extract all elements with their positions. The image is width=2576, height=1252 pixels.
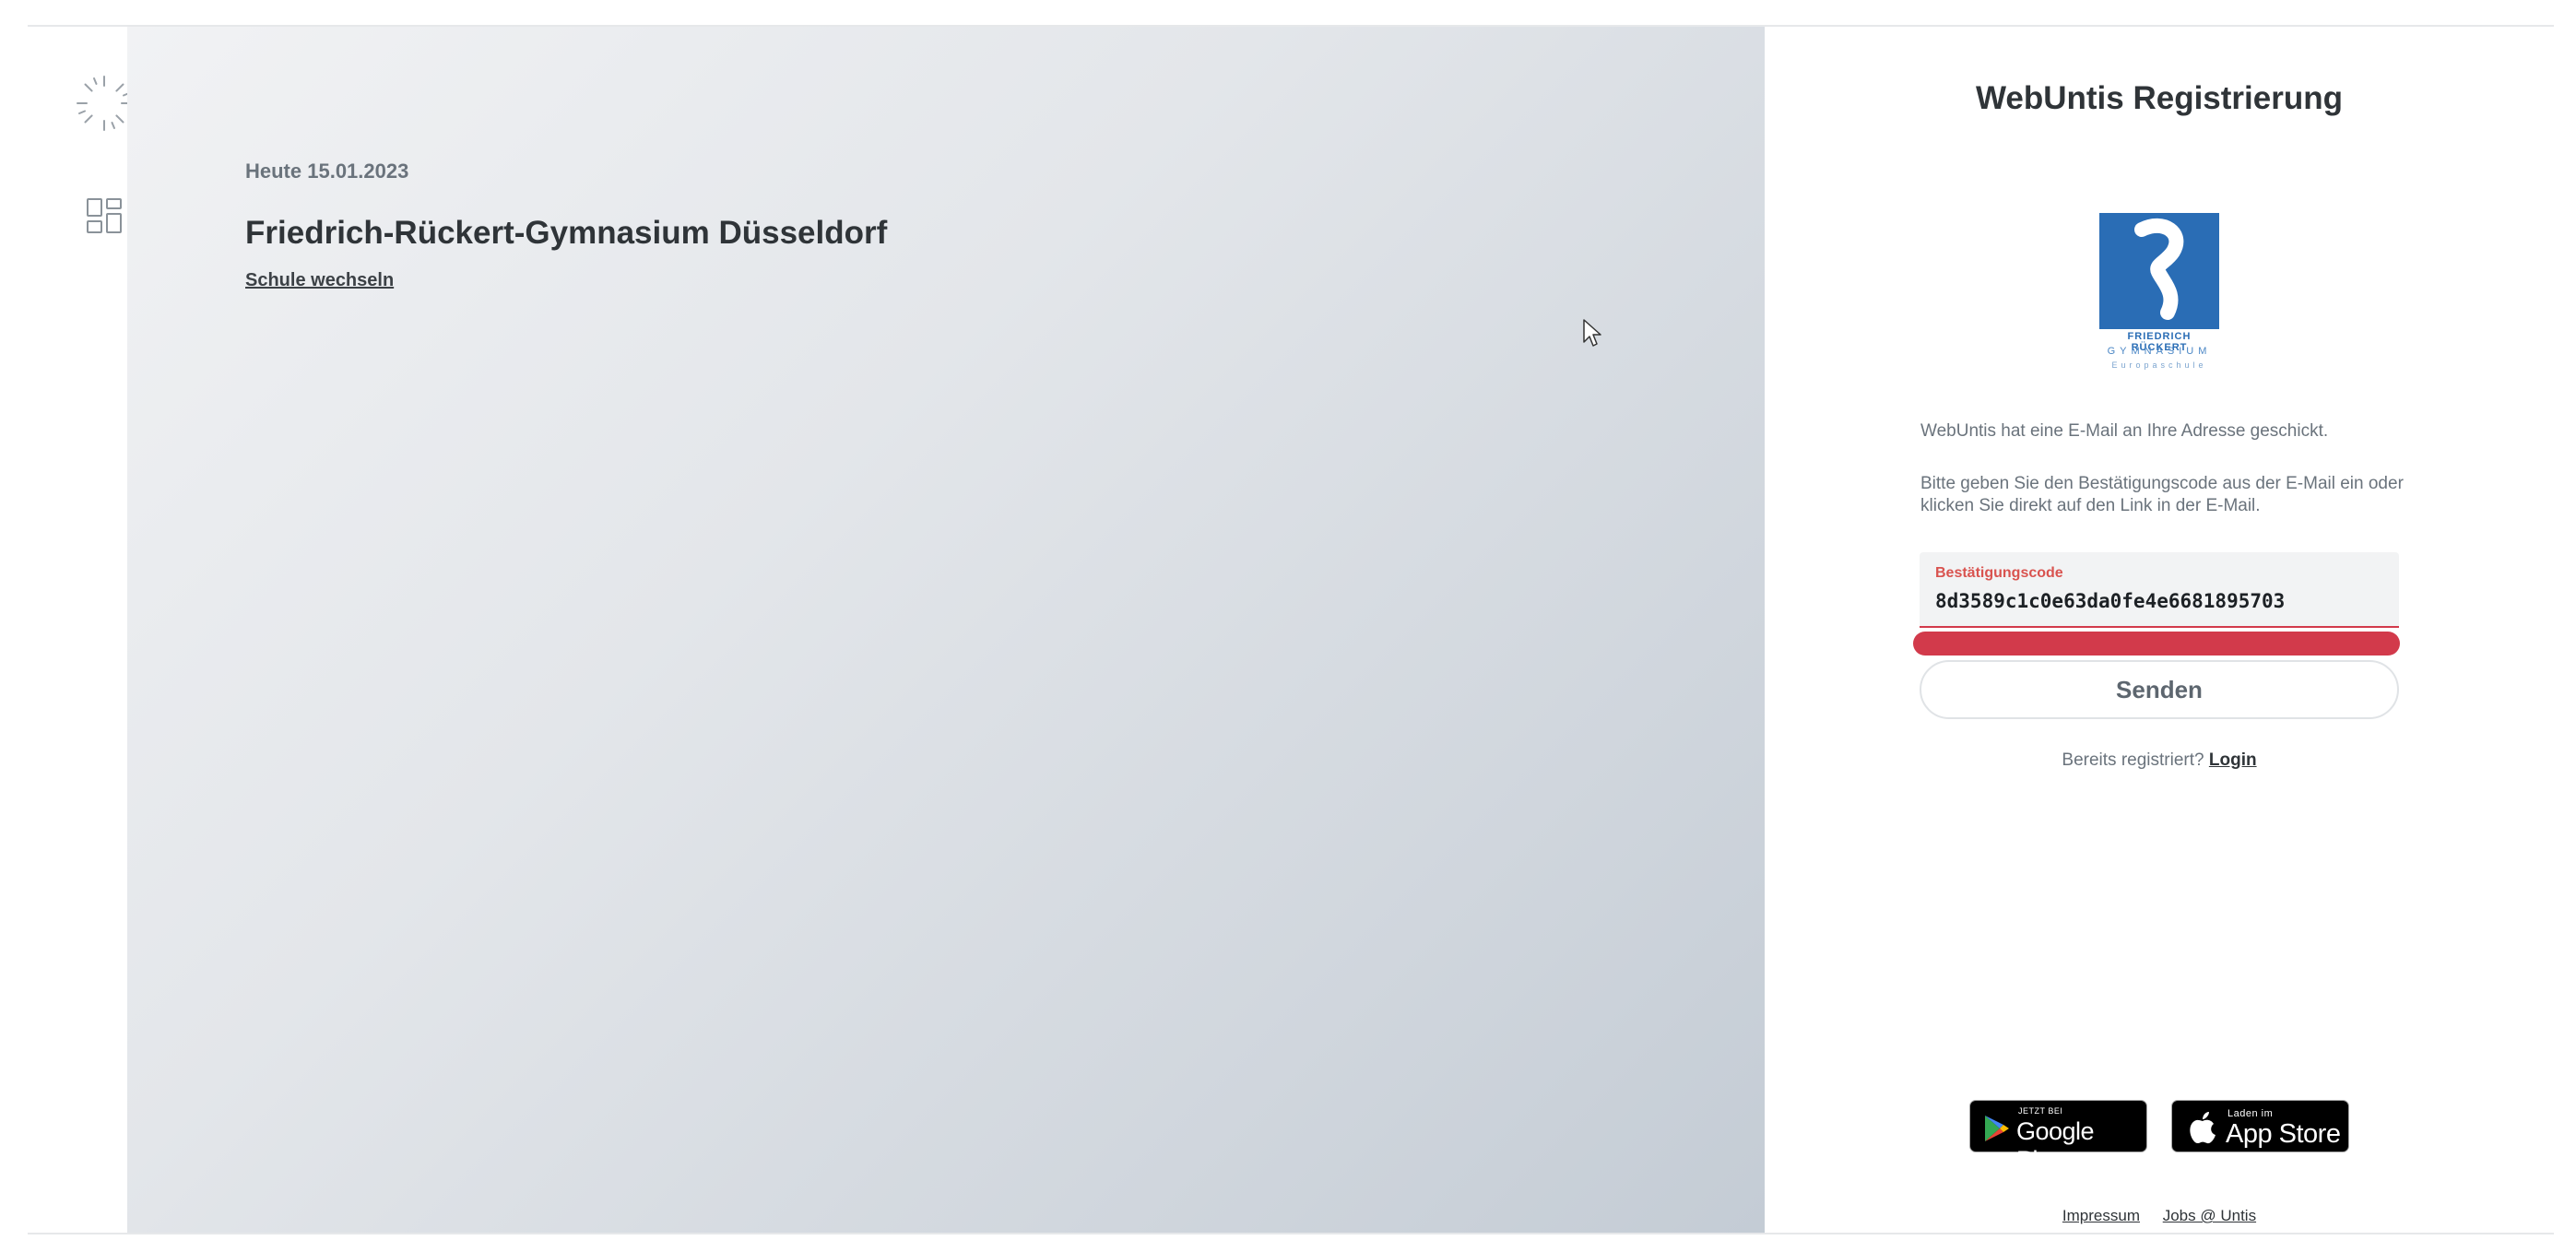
google-play-icon xyxy=(1985,1116,2009,1141)
already-registered-row: Bereits registriert? Login xyxy=(1765,750,2554,771)
confirmation-code-label: Bestätigungscode xyxy=(1935,565,2063,581)
google-play-big-text: Google Play xyxy=(2016,1117,2095,1174)
registration-panel: WebUntis Registrierung FRIEDRICH RÜCKERT… xyxy=(1765,27,2554,1233)
confirmation-code-input[interactable] xyxy=(1935,587,2387,615)
impressum-link[interactable]: Impressum xyxy=(2062,1207,2140,1224)
logo-mark xyxy=(2099,213,2219,329)
app-store-big-text: App Store xyxy=(2226,1119,2341,1149)
apple-icon xyxy=(2190,1112,2216,1144)
logo-line-2: GYMNASIUM xyxy=(2107,346,2212,357)
email-sent-message: WebUntis hat eine E-Mail an Ihre Adresse… xyxy=(1920,421,2329,441)
school-hero: Heute 15.01.2023 Friedrich-Rückert-Gymna… xyxy=(127,27,1765,1233)
error-bar xyxy=(1913,632,2400,656)
loading-spinner-icon xyxy=(77,76,132,131)
jobs-link[interactable]: Jobs @ Untis xyxy=(2163,1207,2256,1224)
logo-glyph-icon xyxy=(2134,218,2184,320)
login-link[interactable]: Login xyxy=(2209,750,2257,770)
app-store-small-text: Laden im xyxy=(2227,1108,2274,1119)
apps-grid-icon[interactable] xyxy=(87,198,122,233)
logo-line-3: Europaschule xyxy=(2111,360,2207,370)
app-store-badge[interactable]: Laden im App Store xyxy=(2171,1100,2349,1152)
confirmation-code-field[interactable]: Bestätigungscode xyxy=(1920,552,2399,628)
already-registered-text: Bereits registriert? xyxy=(2062,750,2204,770)
switch-school-link[interactable]: Schule wechseln xyxy=(245,270,394,291)
google-play-badge[interactable]: JETZT BEI Google Play xyxy=(1969,1100,2147,1174)
mouse-cursor-icon xyxy=(1583,319,1601,347)
footer-links: Impressum Jobs @ Untis xyxy=(1765,1207,2554,1225)
google-play-small-text: JETZT BEI xyxy=(2018,1106,2063,1116)
side-rail xyxy=(28,27,132,1233)
send-button[interactable]: Senden xyxy=(1920,660,2399,719)
enter-code-instruction: Bitte geben Sie den Bestätigungscode aus… xyxy=(1920,474,2404,515)
school-name: Friedrich-Rückert-Gymnasium Düsseldorf xyxy=(245,215,888,251)
current-date: Heute 15.01.2023 xyxy=(245,159,409,183)
page-title: WebUntis Registrierung xyxy=(1975,80,2343,116)
school-logo: FRIEDRICH RÜCKERT GYMNASIUM Europaschule xyxy=(2099,213,2219,379)
